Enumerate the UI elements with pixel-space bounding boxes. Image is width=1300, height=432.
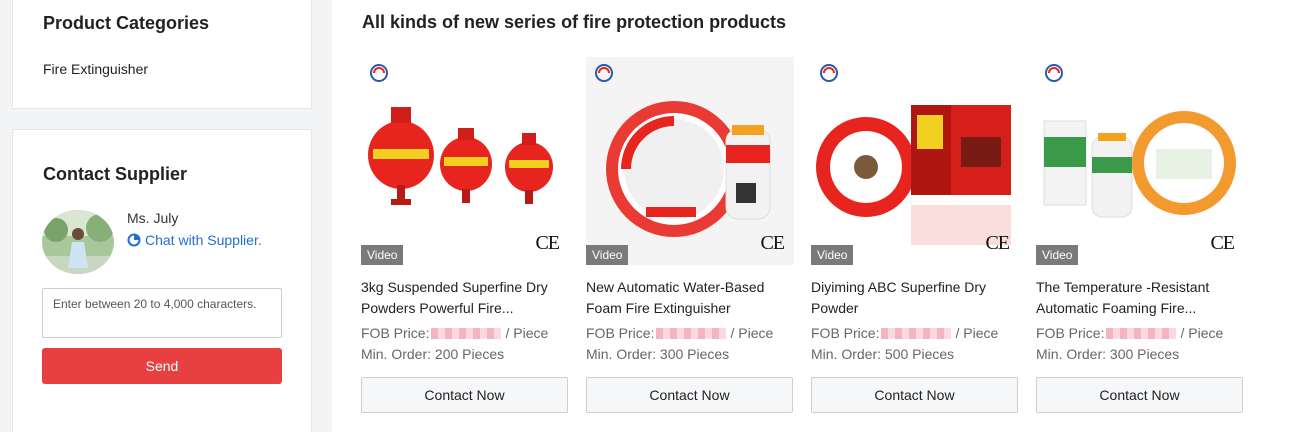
chat-icon <box>127 233 141 247</box>
contact-now-button[interactable]: Contact Now <box>1036 377 1243 413</box>
price-prefix: FOB Price: <box>361 325 430 341</box>
price-prefix: FOB Price: <box>586 325 655 341</box>
min-order: Min. Order: 300 Pieces <box>586 346 730 362</box>
product-name[interactable]: Diyiming ABC Superfine Dry Powder <box>811 277 1019 319</box>
price-line: FOB Price: / Piece <box>586 323 794 344</box>
product-card: Video CE Diyiming ABC Superfine Dry Powd… <box>811 57 1019 413</box>
video-badge: Video <box>361 245 404 265</box>
send-button[interactable]: Send <box>42 348 282 384</box>
category-link-fire-extinguisher[interactable]: Fire Extinguisher <box>43 61 148 77</box>
product-name[interactable]: The Temperature -Resistant Automatic Foa… <box>1036 277 1244 319</box>
product-name[interactable]: New Automatic Water-Based Foam Fire Exti… <box>586 277 794 319</box>
price-line: FOB Price: / Piece <box>811 323 1019 344</box>
min-order: Min. Order: 500 Pieces <box>811 346 955 362</box>
contact-now-button[interactable]: Contact Now <box>586 377 793 413</box>
contact-supplier-panel: Contact Supplier Ms. July Chat with Supp… <box>12 129 312 432</box>
supplier-name: Ms. July <box>127 210 179 226</box>
product-image[interactable]: Video CE <box>1036 57 1244 265</box>
price-value-blurred <box>656 328 727 339</box>
product-card: Video CE New Automatic Water-Based Foam … <box>586 57 794 413</box>
product-card: Video CE 3kg Suspended Superfine Dry Pow… <box>361 57 569 413</box>
price-unit: / Piece <box>730 325 774 341</box>
product-image[interactable]: Video CE <box>811 57 1019 265</box>
price-prefix: FOB Price: <box>1036 325 1105 341</box>
price-value-blurred <box>1106 328 1177 339</box>
categories-title: Product Categories <box>43 13 210 33</box>
price-unit: / Piece <box>505 325 549 341</box>
price-prefix: FOB Price: <box>811 325 880 341</box>
section-title: All kinds of new series of fire protecti… <box>362 12 787 32</box>
chat-with-supplier-link[interactable]: Chat with Supplier. <box>127 232 262 248</box>
product-name[interactable]: 3kg Suspended Superfine Dry Powders Powe… <box>361 277 569 319</box>
ce-mark: CE <box>1210 232 1235 254</box>
min-order: Min. Order: 300 Pieces <box>1036 346 1180 362</box>
video-badge: Video <box>1036 245 1079 265</box>
product-categories-panel: Product Categories Fire Extinguisher <box>12 0 312 109</box>
chat-label: Chat with Supplier. <box>145 232 262 248</box>
video-badge: Video <box>586 245 629 265</box>
min-order: Min. Order: 200 Pieces <box>361 346 505 362</box>
price-value-blurred <box>881 328 952 339</box>
price-unit: / Piece <box>1180 325 1224 341</box>
product-image[interactable]: Video CE <box>361 57 569 265</box>
contact-now-button[interactable]: Contact Now <box>361 377 568 413</box>
ce-mark: CE <box>535 232 560 254</box>
ce-mark: CE <box>760 232 785 254</box>
product-card: Video CE The Temperature -Resistant Auto… <box>1036 57 1244 413</box>
price-line: FOB Price: / Piece <box>361 323 569 344</box>
video-badge: Video <box>811 245 854 265</box>
product-image[interactable]: Video CE <box>586 57 794 265</box>
supplier-avatar <box>42 210 114 274</box>
price-line: FOB Price: / Piece <box>1036 323 1244 344</box>
contact-now-button[interactable]: Contact Now <box>811 377 1018 413</box>
product-section: All kinds of new series of fire protecti… <box>332 0 1300 432</box>
contact-supplier-title: Contact Supplier <box>43 164 188 184</box>
ce-mark: CE <box>985 232 1010 254</box>
price-value-blurred <box>431 328 502 339</box>
message-input[interactable] <box>42 288 282 338</box>
price-unit: / Piece <box>955 325 999 341</box>
